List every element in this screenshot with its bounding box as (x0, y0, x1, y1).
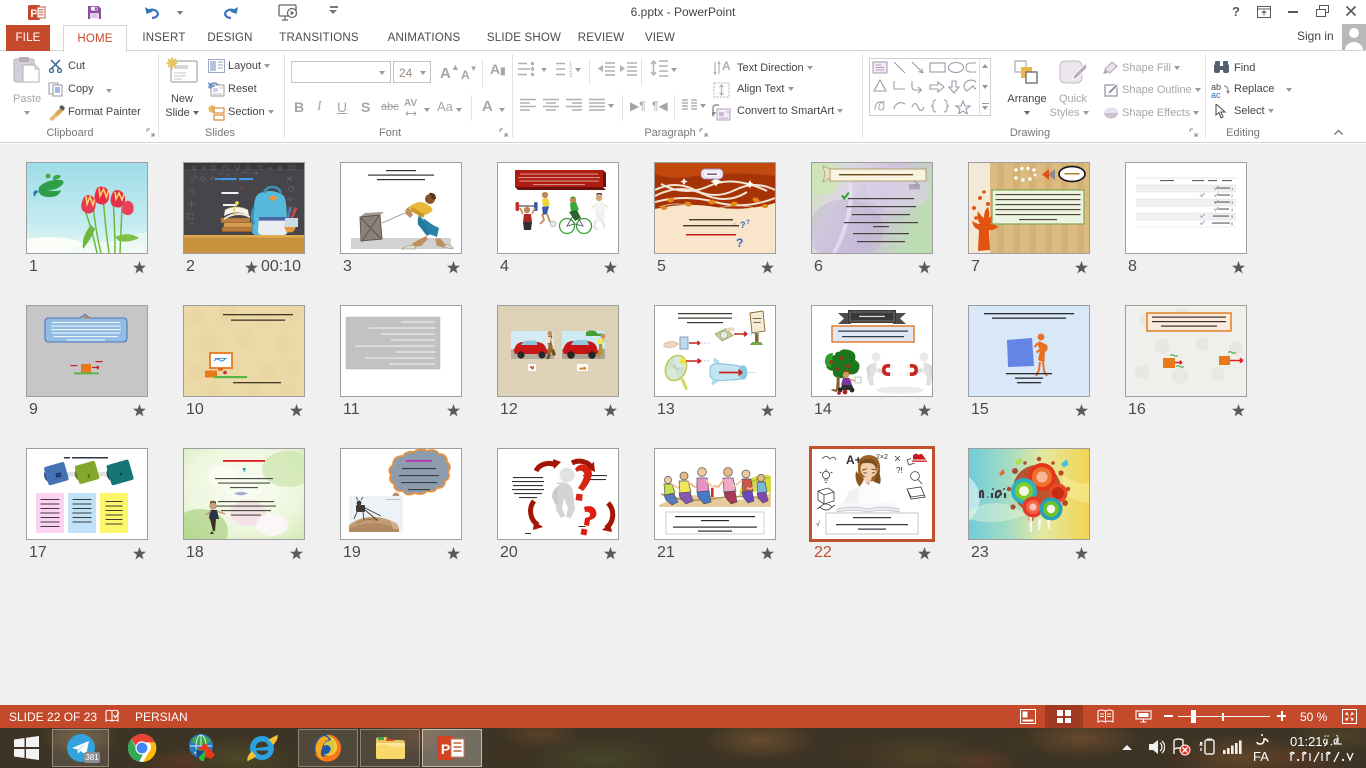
svg-text:?: ? (746, 219, 750, 226)
svg-text:ac: ac (1211, 90, 1221, 98)
svg-text:√: √ (816, 520, 820, 528)
svg-text:P: P (441, 741, 450, 757)
svg-text:A: A (722, 59, 731, 73)
svg-text:?: ? (740, 220, 746, 230)
svg-text:?: ? (736, 236, 743, 250)
svg-text:?!: ?! (896, 466, 903, 475)
svg-text:3: 3 (569, 73, 573, 77)
